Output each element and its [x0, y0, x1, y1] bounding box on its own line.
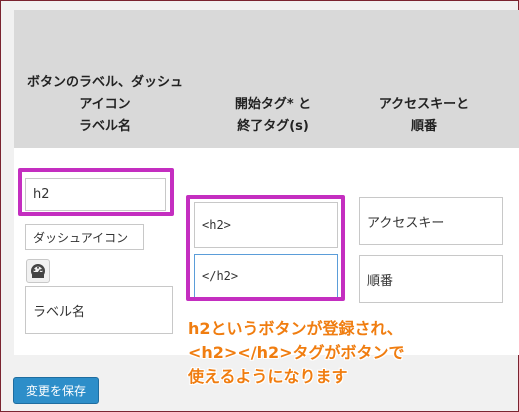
dashicon-select-button[interactable]: ダッシュアイコン [25, 224, 144, 250]
annotation-callout: h2というボタンが登録され、 <h2></h2>タグがボタンで 使えるようになり… [188, 317, 488, 389]
highlight-button-label [18, 168, 174, 216]
header-col1-line1: ボタンのラベル、ダッシュ [26, 75, 183, 90]
header-access-key: アクセスキーと 順番 [354, 94, 494, 138]
header-col2-line2: 終了タグ(s) [237, 119, 309, 134]
save-changes-button[interactable]: 変更を保存 [13, 377, 99, 404]
header-col1-line3: ラベル名 [78, 119, 131, 134]
header-tags: 開始タグ* と 終了タグ(s) [196, 94, 350, 138]
annotation-line2: <h2></h2>タグがボタンで [188, 343, 405, 362]
header-button-label: ボタンのラベル、ダッシュ アイコン ラベル名 [14, 72, 196, 138]
annotation-line3: 使えるようになります [188, 367, 348, 386]
table-header: ボタンのラベル、ダッシュ アイコン ラベル名 開始タグ* と 終了タグ(s) ア… [14, 10, 519, 148]
header-col3-line1: アクセスキーと [378, 97, 470, 112]
dashboard-icon[interactable] [26, 259, 50, 283]
highlight-tags [186, 195, 345, 301]
label-name-placeholder: ラベル名 [33, 304, 86, 320]
header-col3-line2: 順番 [410, 119, 437, 134]
gauge-icon [31, 264, 45, 278]
save-changes-label: 変更を保存 [25, 384, 86, 398]
label-name-input[interactable]: ラベル名 [25, 286, 173, 334]
access-key-input[interactable]: アクセスキー [359, 197, 503, 245]
annotation-line1: h2というボタンが登録され、 [188, 319, 403, 338]
dashicon-select-label: ダッシュアイコン [33, 230, 129, 245]
header-col2-line1: 開始タグ* と [234, 97, 312, 112]
access-key-placeholder: アクセスキー [367, 215, 445, 231]
order-input[interactable]: 順番 [359, 255, 503, 303]
header-col1-line2: アイコン [79, 97, 131, 112]
order-placeholder: 順番 [367, 273, 394, 289]
